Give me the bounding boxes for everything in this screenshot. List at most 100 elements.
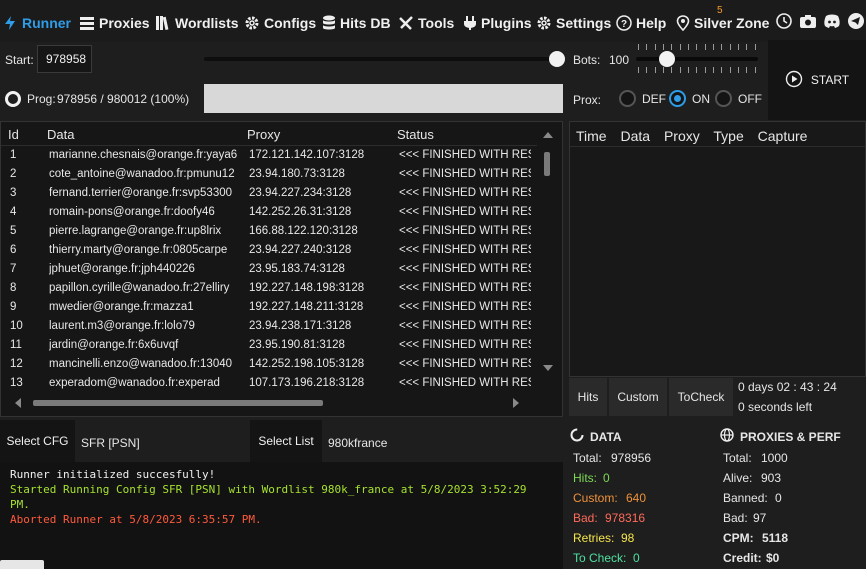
bots-slider-track[interactable] <box>636 57 758 61</box>
prox-option-on[interactable]: ON <box>669 90 710 107</box>
prox-option-def[interactable]: DEF <box>619 90 666 107</box>
cell-status: <<< FINISHED WITH RES <box>399 282 531 294</box>
cell-data: jphuet@orange.fr:jph440226 <box>49 263 195 275</box>
table-row[interactable]: 8 papillon.cyrille@wanadoo.fr:27elliry 192… <box>1 280 537 299</box>
perf_stats-label: Bad: <box>723 511 748 525</box>
progress-text: 978956 / 980012 (100%) <box>57 92 190 106</box>
table-row[interactable]: 4 romain-pons@orange.fr:doofy46 142.252.26… <box>1 204 537 223</box>
perf_stats-value: 1000 <box>761 451 788 465</box>
scroll-up-icon[interactable] <box>543 132 553 138</box>
cell-proxy: 23.94.238.171:3128 <box>249 320 352 332</box>
log-back-button[interactable] <box>0 560 44 569</box>
cell-proxy: 23.94.227.240:3128 <box>249 244 352 256</box>
start-button[interactable]: START <box>768 40 866 120</box>
cell-status: <<< FINISHED WITH RES <box>399 377 531 389</box>
screenshot-button[interactable] <box>797 12 819 34</box>
cell-id: 13 <box>10 377 23 389</box>
select-list-button[interactable]: Select List <box>250 420 322 462</box>
grid-horizontal-scrollbar[interactable] <box>1 390 537 416</box>
table-row[interactable]: 2 cote_antoine@wanadoo.fr:pmunu12 23.94.18… <box>1 166 537 185</box>
nav-label-plugins: Plugins <box>481 15 532 31</box>
grid-header-data[interactable]: Data <box>47 127 74 142</box>
grid-vertical-scrollbar[interactable] <box>539 124 557 386</box>
nav-configs[interactable]: Configs <box>244 12 316 34</box>
nav-wordlists[interactable]: Wordlists <box>155 12 239 34</box>
cell-id: 4 <box>10 206 17 218</box>
discord-button[interactable] <box>821 12 843 34</box>
cell-status: <<< FINISHED WITH RES <box>399 187 531 199</box>
start-slider-thumb[interactable] <box>548 51 565 67</box>
start-button-label: START <box>810 73 850 87</box>
nav-label-silver-zone: Silver Zone <box>694 15 770 31</box>
proxies-icon <box>79 15 95 31</box>
capture-header-proxy[interactable]: Proxy <box>664 128 700 144</box>
perf-stats-title-text: PROXIES & PERF <box>740 429 841 444</box>
nav-label-proxies: Proxies <box>99 15 150 31</box>
nav-hits-db[interactable]: Hits DB <box>322 12 391 34</box>
cell-status: <<< FINISHED WITH RES <box>399 244 531 256</box>
radio-def[interactable] <box>619 90 636 107</box>
nav-plugins[interactable]: Plugins <box>463 12 532 34</box>
top-nav: Runner Proxies Wordlists Configs Hits DB… <box>0 0 866 42</box>
table-row[interactable]: 3 fernand.terrier@orange.fr:svp53300 23.94… <box>1 185 537 204</box>
cell-data: jardin@orange.fr:6x6uvqf <box>49 339 179 351</box>
data_stats-value: 98 <box>621 531 635 545</box>
cell-id: 2 <box>10 168 17 180</box>
table-row[interactable]: 11 jardin@orange.fr:6x6uvqf 23.95.190.81:3… <box>1 337 537 356</box>
bots-label: Bots: <box>573 53 601 67</box>
select-config-button[interactable]: Select CFG <box>0 420 75 462</box>
grid-header-proxy[interactable]: Proxy <box>247 127 280 142</box>
prox-option-def-label: DEF <box>642 91 666 106</box>
capture-header-time[interactable]: Time <box>576 128 607 144</box>
nav-settings[interactable]: Settings <box>536 12 611 34</box>
scroll-down-icon[interactable] <box>543 365 553 371</box>
tab-hits[interactable]: Hits <box>569 378 607 416</box>
data-stats-title: DATA <box>570 428 622 445</box>
table-row[interactable]: 9 mwedier@orange.fr:mazza1 192.227.148.211… <box>1 299 537 318</box>
nav-tools[interactable]: Tools <box>398 12 454 34</box>
elapsed-timer: 0 days 02 : 43 : 24 0 seconds left <box>738 380 837 420</box>
table-row[interactable]: 5 pierre.lagrange@orange.fr:up8lrix 166.88… <box>1 223 537 242</box>
cell-status: <<< FINISHED WITH RES <box>399 206 531 218</box>
scroll-left-icon[interactable] <box>15 398 21 408</box>
grid-header-id[interactable]: Id <box>8 127 19 142</box>
nav-runner[interactable]: Runner <box>2 12 71 34</box>
radio-on[interactable] <box>669 90 686 107</box>
tab-tocheck[interactable]: ToCheck <box>669 378 733 416</box>
nav-proxies[interactable]: Proxies <box>79 12 150 34</box>
cell-id: 1 <box>10 149 17 161</box>
table-row[interactable]: 12 mancinelli.enzo@wanadoo.fr:13040 142.25… <box>1 356 537 375</box>
runner-window: Runner Proxies Wordlists Configs Hits DB… <box>0 0 866 569</box>
data_stats-value: 978956 <box>611 451 652 465</box>
prox-option-off[interactable]: OFF <box>715 90 762 107</box>
capture-header-capture[interactable]: Capture <box>758 128 808 144</box>
table-row[interactable]: 10 laurent.m3@orange.fr:lolo79 23.94.238.1… <box>1 318 537 337</box>
capture-header-type[interactable]: Type <box>713 128 743 144</box>
table-row[interactable]: 7 jphuet@orange.fr:jph440226 23.95.183.74:… <box>1 261 537 280</box>
start-label: Start: <box>5 53 34 67</box>
grid-horizontal-scroll-thumb[interactable] <box>33 400 323 406</box>
grid-header-status[interactable]: Status <box>397 127 434 142</box>
start-slider-track[interactable] <box>204 57 557 61</box>
globe-icon <box>720 428 734 445</box>
table-row[interactable]: 1 marianne.chesnais@orange.fr:yaya6 172.12… <box>1 147 537 166</box>
bots-slider-thumb[interactable] <box>658 51 675 67</box>
cell-proxy: 23.94.227.234:3128 <box>249 187 352 199</box>
start-index-input[interactable]: 978958 <box>37 45 92 73</box>
data_stats-value: 0 <box>633 551 640 565</box>
radio-off[interactable] <box>715 90 732 107</box>
loading-icon <box>570 428 584 445</box>
scroll-right-icon[interactable] <box>513 398 519 408</box>
help-icon: ? <box>616 15 632 31</box>
cell-id: 3 <box>10 187 17 199</box>
cell-proxy: 192.227.148.211:3128 <box>249 301 364 313</box>
nav-help[interactable]: ? Help <box>616 12 666 34</box>
tab-custom[interactable]: Custom <box>609 378 667 416</box>
history-button[interactable] <box>773 12 795 34</box>
nav-label-tools: Tools <box>418 15 455 31</box>
nav-label-settings: Settings <box>556 15 612 31</box>
capture-header-data[interactable]: Data <box>620 128 650 144</box>
grid-vertical-scroll-thumb[interactable] <box>544 152 550 176</box>
table-row[interactable]: 6 thierry.marty@orange.fr:0805carpe 23.94.… <box>1 242 537 261</box>
telegram-button[interactable] <box>845 12 866 34</box>
